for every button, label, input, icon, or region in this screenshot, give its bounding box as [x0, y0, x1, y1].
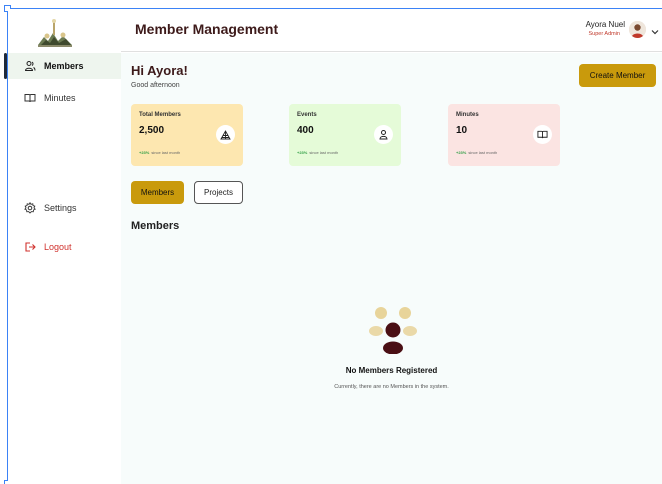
stat-delta: +23% since last month [297, 150, 339, 155]
page-title: Member Management [135, 21, 279, 37]
sidebar: Members Minutes Settings Logout [4, 9, 121, 484]
stat-card-total-members: Total Members 2,500 +23% since last month [131, 104, 243, 166]
stat-label: Minutes [456, 112, 479, 118]
user-name[interactable]: Ayora Nuel [586, 20, 625, 29]
sidebar-item-members[interactable]: Members [4, 53, 121, 79]
gear-icon [24, 202, 36, 214]
user-role: Super Admin [588, 31, 621, 37]
stat-card-minutes: Minutes 10 +23% since last month [448, 104, 560, 166]
network-icon [216, 125, 235, 144]
tab-members[interactable]: Members [131, 181, 184, 204]
book-icon [24, 92, 36, 104]
sidebar-item-label: Minutes [44, 93, 76, 103]
tab-projects[interactable]: Projects [194, 181, 243, 204]
top-header: Member Management Ayora Nuel Super Admin [121, 9, 662, 52]
sidebar-item-settings[interactable]: Settings [8, 195, 121, 221]
stat-label: Events [297, 112, 317, 118]
avatar[interactable] [629, 21, 646, 38]
main-content: Hi Ayora! Good afternoon Create Member T… [121, 53, 662, 484]
logo[interactable] [36, 17, 74, 49]
greeting-subtitle: Good afternoon [131, 82, 180, 89]
stat-delta: +23% since last month [456, 150, 498, 155]
empty-state-title: No Members Registered [345, 366, 438, 375]
sidebar-item-minutes[interactable]: Minutes [8, 85, 121, 111]
empty-state-message: Currently, there are no Members in the s… [334, 384, 449, 390]
person-icon [374, 125, 393, 144]
sidebar-item-label: Logout [44, 242, 72, 252]
section-title: Members [131, 220, 180, 232]
sidebar-item-label: Members [44, 61, 84, 71]
logout-icon [24, 241, 36, 253]
users-icon [24, 60, 36, 72]
stat-card-events: Events 400 +23% since last month [289, 104, 401, 166]
chevron-down-icon[interactable] [650, 24, 660, 35]
sidebar-item-logout[interactable]: Logout [8, 234, 121, 260]
sidebar-item-label: Settings [44, 203, 77, 213]
stat-label: Total Members [139, 112, 181, 118]
empty-state-illustration [369, 304, 417, 355]
greeting-title: Hi Ayora! [131, 63, 188, 78]
stat-delta: +23% since last month [139, 150, 181, 155]
create-member-button[interactable]: Create Member [579, 64, 656, 87]
book-icon [533, 125, 552, 144]
